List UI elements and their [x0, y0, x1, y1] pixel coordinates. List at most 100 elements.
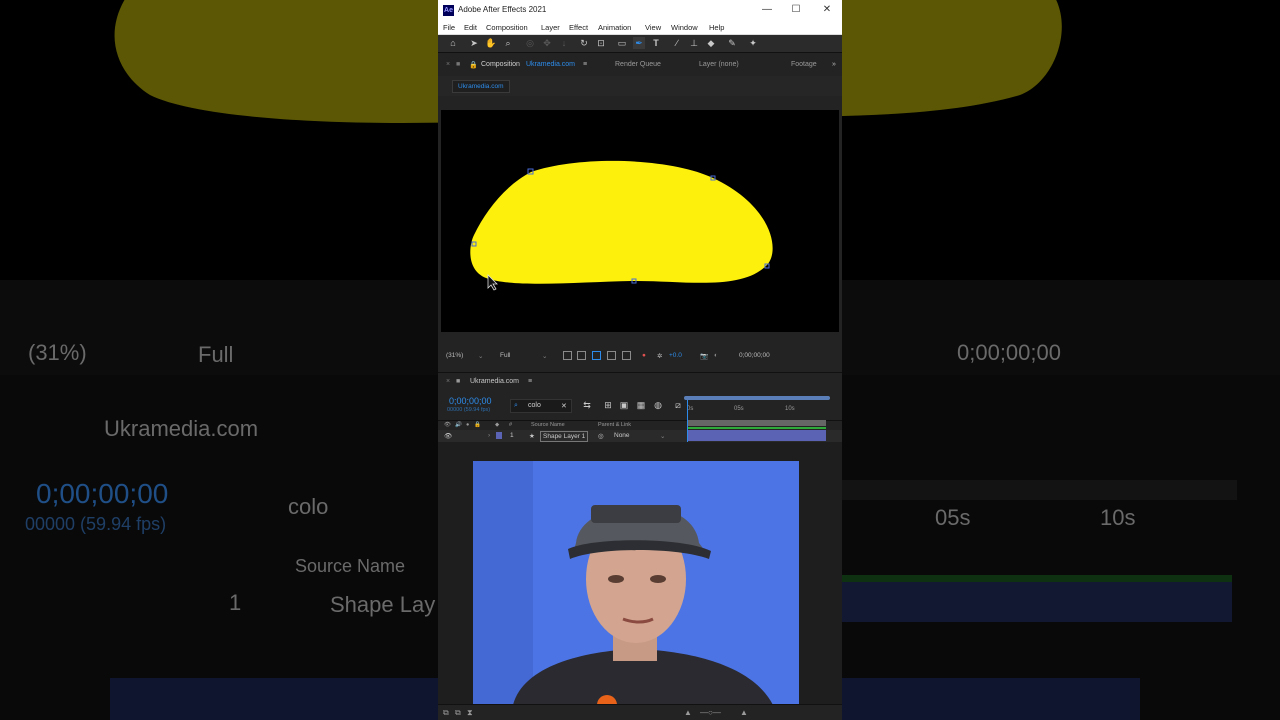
panel-close-icon[interactable]: ×	[446, 61, 450, 68]
layer-track-area[interactable]	[688, 420, 828, 442]
parent-chevron-down-icon[interactable]: ⌄	[660, 432, 665, 440]
panel-hamburger-icon[interactable]: ≡	[583, 61, 587, 68]
maximize-button[interactable]: ☐	[789, 3, 803, 17]
brush-tool-icon[interactable]: ∕	[671, 37, 683, 49]
grid-guides-icon[interactable]	[622, 351, 631, 360]
window-title: Adobe After Effects 2021	[458, 5, 547, 14]
pen-tool-icon[interactable]: ✒	[633, 37, 645, 49]
motion-blur-icon[interactable]: ◍	[652, 399, 664, 411]
menu-composition[interactable]: Composition	[486, 23, 528, 32]
yellow-shape	[470, 160, 773, 284]
zoom-in-mountain-icon[interactable]: ▲	[740, 708, 748, 717]
tab-render-queue[interactable]: Render Queue	[615, 61, 661, 68]
bg-ruler-10: 10s	[1100, 505, 1136, 530]
roto-brush-tool-icon[interactable]: ✎	[726, 37, 738, 49]
show-snapshot-icon[interactable]: ◐	[714, 352, 718, 359]
timeline-close-icon[interactable]: ×	[446, 378, 450, 385]
search-icon: ⌕	[514, 402, 518, 409]
zoom-tool-icon[interactable]: ⌕	[502, 37, 514, 49]
pick-whip-icon[interactable]: ◎	[598, 432, 604, 440]
video-switch-icon: 👁	[444, 422, 451, 428]
dolly-camera-icon[interactable]: ↓	[558, 37, 570, 49]
comp-mini-flowchart-icon[interactable]: ⇆	[581, 399, 593, 411]
resolution-chevron-down-icon[interactable]: ⌄	[542, 352, 547, 360]
layer-search-input[interactable]: ⌕ colo ✕	[510, 399, 572, 413]
ae-logo-icon: Ae	[443, 5, 454, 16]
work-area-track[interactable]	[688, 420, 826, 426]
anchor-point-tool-icon[interactable]: ⊡	[595, 37, 607, 49]
composition-canvas[interactable]	[441, 110, 839, 332]
layer-duration-bar[interactable]	[688, 430, 826, 441]
menu-file[interactable]: File	[443, 23, 455, 32]
col-source-name[interactable]: Source Name	[531, 422, 565, 428]
menu-help[interactable]: Help	[709, 23, 724, 32]
title-bar: Ae Adobe After Effects 2021 — ☐ ✕	[438, 0, 842, 21]
zoom-out-mountain-icon[interactable]: ▲	[684, 708, 692, 717]
layer-label-color[interactable]	[496, 432, 502, 439]
toggle-switches-icon[interactable]: ⧉	[443, 708, 449, 718]
shy-layers-icon[interactable]: ▣	[618, 399, 630, 411]
timeline-timecode[interactable]: 0;00;00;00	[449, 396, 492, 406]
zoom-slider[interactable]: —○—	[700, 708, 721, 717]
layer-name[interactable]: Shape Layer 1	[540, 431, 589, 442]
more-tabs-chevron-icon[interactable]: »	[832, 61, 836, 68]
clear-search-icon[interactable]: ✕	[561, 402, 567, 410]
hand-tool-icon[interactable]: ✋	[485, 37, 497, 49]
exposure-value[interactable]: +0.0	[669, 352, 682, 359]
tab-footage[interactable]: Footage	[791, 61, 817, 68]
type-tool-icon[interactable]: T	[650, 37, 662, 49]
rotation-tool-icon[interactable]: ↻	[578, 37, 590, 49]
render-time-icon[interactable]: ⧗	[467, 708, 473, 718]
bg-search: colo	[288, 494, 329, 519]
ruler-label-05s: 05s	[734, 406, 744, 412]
orbit-camera-icon[interactable]: ◎	[524, 37, 536, 49]
color-management-icon[interactable]: ✲	[657, 352, 662, 360]
home-icon[interactable]: ⌂	[447, 37, 459, 49]
draft-3d-icon[interactable]: ⊞	[602, 399, 614, 411]
layer-visibility-icon[interactable]: 👁	[444, 432, 452, 440]
magnification-dropdown[interactable]: (31%)	[446, 352, 463, 359]
layer-expand-chevron-icon[interactable]: ›	[488, 432, 490, 439]
close-button[interactable]: ✕	[820, 3, 834, 17]
timeline-menu-icon[interactable]: ≡	[528, 378, 532, 385]
composition-viewer[interactable]	[441, 110, 839, 332]
menu-window[interactable]: Window	[671, 23, 698, 32]
puppet-pin-tool-icon[interactable]: ✦	[747, 37, 759, 49]
snapshot-camera-icon[interactable]: 📷	[700, 352, 708, 360]
zoom-chevron-down-icon[interactable]: ⌄	[478, 352, 483, 360]
lock-icon[interactable]: 🔒	[469, 61, 478, 69]
menu-view[interactable]: View	[645, 23, 661, 32]
comp-tab-bar: Ukramedia.com	[438, 76, 842, 96]
parent-dropdown[interactable]: None	[614, 432, 630, 439]
minimize-button[interactable]: —	[760, 3, 774, 17]
fast-previews-icon[interactable]	[563, 351, 572, 360]
rectangle-tool-icon[interactable]: ▭	[616, 37, 628, 49]
tab-composition-label[interactable]: Composition	[481, 61, 520, 68]
toggle-modes-icon[interactable]: ⧉	[455, 708, 461, 718]
frame-blending-icon[interactable]: ▦	[635, 399, 647, 411]
timeline-tab[interactable]: Ukramedia.com	[470, 378, 519, 385]
time-ruler[interactable]: 0s 05s 10s	[684, 396, 830, 416]
pan-camera-icon[interactable]: ✥	[541, 37, 553, 49]
bg-layer-name: Shape Lay	[330, 592, 436, 617]
mask-visibility-icon[interactable]	[592, 351, 601, 360]
menu-animation[interactable]: Animation	[598, 23, 631, 32]
work-area-bar[interactable]	[684, 396, 830, 400]
selection-tool-icon[interactable]: ➤	[468, 37, 480, 49]
region-of-interest-icon[interactable]	[607, 351, 616, 360]
comp-flowchart-tab[interactable]: Ukramedia.com	[452, 80, 510, 93]
clone-stamp-tool-icon[interactable]: ⊥	[688, 37, 700, 49]
transparency-grid-icon[interactable]	[577, 351, 586, 360]
graph-editor-icon[interactable]: ⧄	[672, 399, 684, 411]
color-channels-icon[interactable]: ●	[642, 352, 646, 359]
audio-switch-icon: 🔊	[455, 422, 462, 428]
viewer-timecode[interactable]: 0;00;00;00	[739, 352, 770, 359]
tab-layer[interactable]: Layer (none)	[699, 61, 739, 68]
menu-effect[interactable]: Effect	[569, 23, 588, 32]
menu-edit[interactable]: Edit	[464, 23, 477, 32]
col-parent-link[interactable]: Parent & Link	[598, 422, 631, 428]
tab-composition-name[interactable]: Ukramedia.com	[526, 61, 575, 68]
resolution-dropdown[interactable]: Full	[500, 352, 510, 359]
eraser-tool-icon[interactable]: ◆	[705, 37, 717, 49]
menu-layer[interactable]: Layer	[541, 23, 560, 32]
